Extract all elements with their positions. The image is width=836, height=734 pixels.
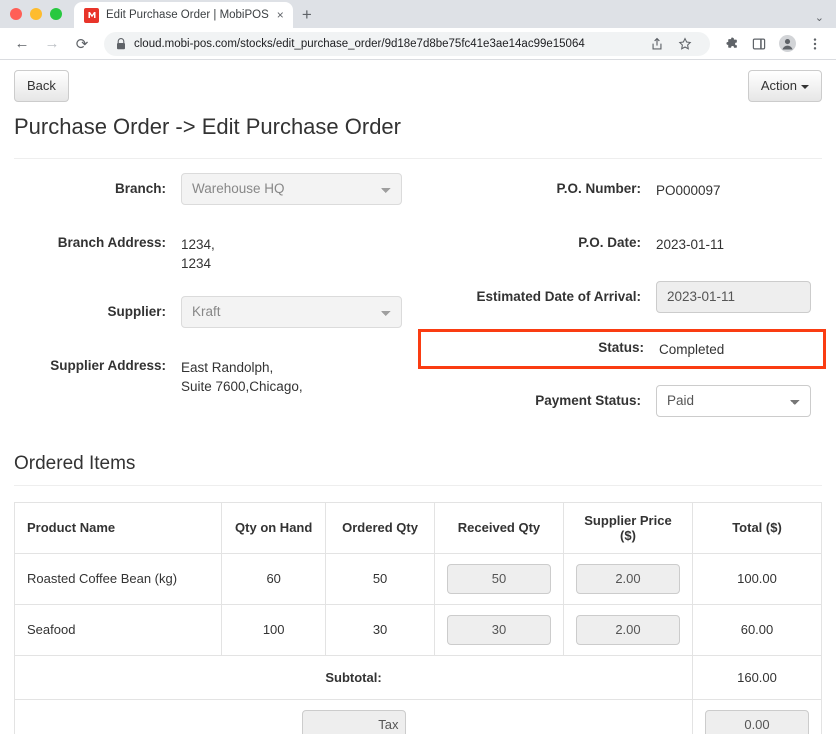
back-navigation-icon[interactable]: ← [8, 30, 36, 58]
po-date-label: P.O. Date: [578, 234, 641, 250]
eta-input[interactable] [656, 280, 811, 313]
forward-navigation-icon[interactable]: → [38, 30, 66, 58]
omnibox-actions [644, 31, 698, 57]
field-status: Status: Completed [425, 335, 819, 363]
branch-address-label: Branch Address: [57, 234, 166, 250]
branch-label: Branch: [114, 180, 166, 196]
cell-product-name: Seafood [13, 603, 223, 656]
profile-avatar-icon[interactable] [774, 31, 800, 57]
action-button-label: Action [760, 78, 797, 93]
extensions-puzzle-icon[interactable] [718, 31, 744, 57]
supplier-address-value: East Randolph, Suite 7600,Chicago, [181, 359, 303, 395]
browser-tab-strip: Edit Purchase Order | MobiPOS × + ⌄ [0, 0, 836, 28]
payment-status-select[interactable]: Paid [656, 384, 811, 417]
tax-value-cell [692, 698, 822, 734]
close-icon[interactable]: × [276, 7, 285, 23]
received-qty-input[interactable] [446, 563, 551, 594]
ordered-items-title: Ordered Items [14, 452, 136, 474]
status-label: Status: [598, 339, 644, 355]
share-icon[interactable] [644, 31, 670, 57]
field-branch-address: Branch Address: 1234, 1234 [14, 227, 402, 274]
cell-ordered-qty: 50 [325, 552, 435, 605]
cell-received-qty [433, 603, 564, 656]
page-header: Back Action [14, 60, 822, 103]
ordered-items-table: Product Name Qty on Hand Ordered Qty Rec… [13, 501, 822, 734]
column-ordered-qty: Ordered Qty [325, 501, 435, 554]
url-text: cloud.mobi-pos.com/stocks/edit_purchase_… [134, 37, 585, 50]
browser-toolbar: ← → ⟳ cloud.mobi-pos.com/stocks/edit_pur… [0, 28, 836, 60]
page-content: Back Action Purchase Order -> Edit Purch… [0, 60, 836, 734]
table-row: Seafood 100 30 60.00 [13, 603, 822, 656]
tax-label-cell [14, 698, 693, 734]
purchase-order-form: Branch: Warehouse HQ Branch Address: 123… [14, 159, 826, 439]
action-button[interactable]: Action [747, 70, 822, 103]
tax-label-input[interactable] [301, 709, 406, 734]
cell-total: 100.00 [692, 552, 822, 605]
cell-qty-on-hand: 100 [221, 603, 327, 656]
cell-product-name: Roasted Coffee Bean (kg) [13, 552, 223, 605]
close-window-button[interactable] [10, 8, 22, 20]
form-right-column: P.O. Number: PO000097 P.O. Date: 2023-01… [418, 173, 826, 439]
cell-supplier-price [562, 603, 694, 656]
column-product-name: Product Name [13, 501, 223, 554]
back-button[interactable]: Back [14, 70, 69, 103]
maximize-window-button[interactable] [50, 8, 62, 20]
column-supplier-price: Supplier Price ($) [562, 501, 694, 554]
table-header-row: Product Name Qty on Hand Ordered Qty Rec… [13, 501, 822, 554]
eta-label: Estimated Date of Arrival: [476, 288, 641, 304]
received-qty-input[interactable] [446, 614, 551, 645]
subtotal-row: Subtotal: 160.00 [14, 654, 822, 700]
browser-tab-title: Edit Purchase Order | MobiPOS [106, 9, 269, 21]
cell-total: 60.00 [692, 603, 822, 656]
field-supplier: Supplier: Kraft [14, 295, 402, 328]
po-number-label: P.O. Number: [556, 180, 641, 196]
mobipos-favicon [84, 7, 99, 23]
field-branch: Branch: Warehouse HQ [14, 172, 402, 205]
status-highlight-box: Status: Completed [418, 328, 826, 369]
po-number-value: PO000097 [656, 182, 721, 198]
po-date-value: 2023-01-11 [656, 236, 725, 252]
cell-supplier-price [562, 552, 694, 605]
supplier-label: Supplier: [107, 303, 166, 319]
browser-menu-icon[interactable] [802, 31, 828, 57]
supplier-price-input[interactable] [575, 563, 680, 594]
branch-select[interactable]: Warehouse HQ [181, 172, 402, 205]
status-value: Completed [659, 341, 725, 357]
reload-icon[interactable]: ⟳ [68, 30, 96, 58]
caret-down-icon [801, 84, 809, 89]
column-received-qty: Received Qty [433, 501, 564, 554]
new-tab-button[interactable]: + [293, 2, 321, 28]
supplier-address-label: Supplier Address: [50, 357, 166, 373]
supplier-price-input[interactable] [575, 614, 680, 645]
address-bar[interactable]: cloud.mobi-pos.com/stocks/edit_purchase_… [104, 31, 710, 57]
supplier-select[interactable]: Kraft [181, 295, 402, 328]
minimize-window-button[interactable] [30, 8, 42, 20]
payment-status-label: Payment Status: [535, 392, 641, 408]
column-qty-on-hand: Qty on Hand [221, 501, 327, 554]
field-po-date: P.O. Date: 2023-01-11 [422, 227, 822, 259]
page-title: Purchase Order -> Edit Purchase Order [14, 114, 401, 140]
field-estimated-date-of-arrival: Estimated Date of Arrival: [422, 280, 822, 313]
branch-address-value: 1234, 1234 [181, 236, 215, 272]
subtotal-label: Subtotal: [14, 654, 693, 700]
browser-tab[interactable]: Edit Purchase Order | MobiPOS × [74, 2, 293, 28]
column-total: Total ($) [692, 501, 822, 554]
side-panel-icon[interactable] [746, 31, 772, 57]
window-traffic-lights [10, 0, 74, 28]
tax-value-input[interactable] [705, 709, 809, 734]
tax-row [14, 698, 822, 734]
cell-qty-on-hand: 60 [221, 552, 327, 605]
table-row: Roasted Coffee Bean (kg) 60 50 100.00 [13, 552, 822, 605]
ordered-items-divider [14, 484, 822, 486]
cell-received-qty [433, 552, 564, 605]
cell-ordered-qty: 30 [325, 603, 435, 656]
field-payment-status: Payment Status: Paid [422, 384, 822, 417]
form-left-column: Branch: Warehouse HQ Branch Address: 123… [14, 172, 418, 439]
field-supplier-address: Supplier Address: East Randolph, Suite 7… [14, 350, 402, 397]
chevron-down-icon[interactable]: ⌄ [815, 11, 824, 24]
field-po-number: P.O. Number: PO000097 [422, 173, 822, 205]
bookmark-star-icon[interactable] [672, 31, 698, 57]
lock-icon [116, 37, 126, 50]
subtotal-value: 160.00 [692, 654, 822, 700]
